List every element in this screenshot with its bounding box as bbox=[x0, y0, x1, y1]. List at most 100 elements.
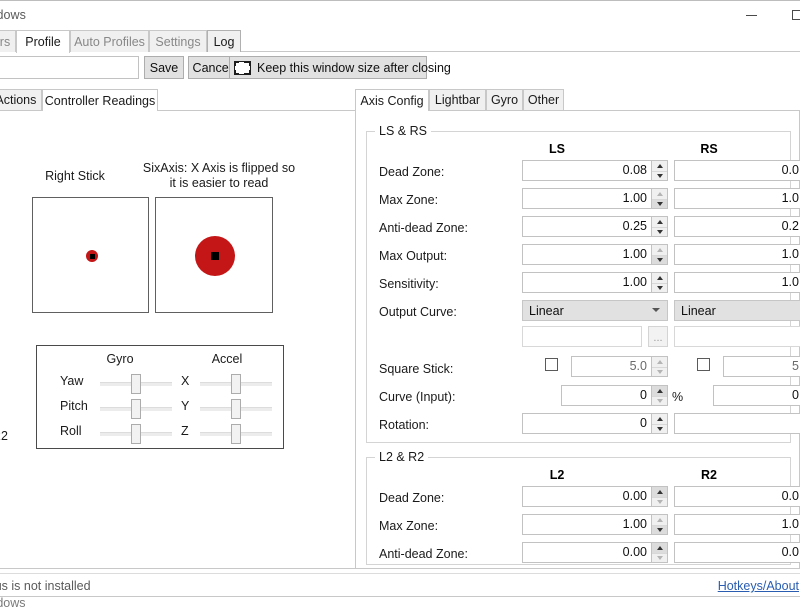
rs-max-output-input[interactable]: 1.0 bbox=[674, 244, 800, 265]
ls-square-stick-spin-up[interactable] bbox=[652, 357, 667, 367]
minimize-button[interactable] bbox=[728, 1, 774, 29]
accel-z-label: Z bbox=[181, 424, 189, 438]
chevron-up-icon bbox=[656, 191, 663, 196]
rs-anti-dead-zone-input[interactable]: 0.2 bbox=[674, 216, 800, 237]
l2-max-zone-spin-up[interactable] bbox=[652, 515, 667, 525]
maximize-button[interactable] bbox=[774, 1, 800, 29]
ls-square-stick-spinner[interactable] bbox=[652, 356, 668, 377]
ls-sensitivity-spin-up[interactable] bbox=[652, 273, 667, 283]
tab-profile[interactable]: Profile bbox=[16, 30, 70, 53]
l2-dead-zone-spin-up[interactable] bbox=[652, 487, 667, 497]
gyro-roll-thumb[interactable] bbox=[131, 424, 141, 444]
row-label-curve-input: Curve (Input): bbox=[379, 390, 456, 404]
l2-max-zone-input[interactable]: 1.00 bbox=[522, 514, 652, 535]
tab-axis-config[interactable]: Axis Config bbox=[355, 89, 429, 111]
ls-custom-curve-browse-button[interactable]: ... bbox=[648, 326, 668, 347]
ls-square-stick-input[interactable]: 5.0 bbox=[571, 356, 652, 377]
tab-gyro[interactable]: Gyro bbox=[486, 89, 523, 110]
accel-z-thumb[interactable] bbox=[231, 424, 241, 444]
ls-anti-dead-zone-spin-down[interactable] bbox=[652, 226, 667, 237]
rs-custom-curve-input[interactable] bbox=[674, 326, 800, 347]
right-stick-display[interactable] bbox=[32, 197, 149, 313]
row-label-output-curve: Output Curve: bbox=[379, 305, 457, 319]
rs-sensitivity-input[interactable]: 1.0 bbox=[674, 272, 800, 293]
keep-window-size-button[interactable]: Keep this window size after closing bbox=[229, 56, 451, 79]
ls-output-curve-value: Linear bbox=[529, 304, 564, 318]
chevron-down-icon bbox=[656, 426, 663, 431]
ls-anti-dead-zone-spin-up[interactable] bbox=[652, 217, 667, 227]
tab-lightbar[interactable]: Lightbar bbox=[429, 89, 486, 110]
gyro-yaw-thumb[interactable] bbox=[131, 374, 141, 394]
ls-anti-dead-zone-input[interactable]: 0.25 bbox=[522, 216, 652, 237]
tab-other[interactable]: Other bbox=[523, 89, 564, 110]
ls-output-curve-select[interactable]: Linear bbox=[522, 300, 668, 321]
ls-square-stick-checkbox[interactable] bbox=[545, 358, 558, 371]
tab-settings[interactable]: Settings bbox=[149, 30, 207, 52]
ls-sensitivity-spin-down[interactable] bbox=[652, 282, 667, 293]
ls-anti-dead-zone-spinner[interactable] bbox=[652, 216, 668, 237]
rs-max-zone-input[interactable]: 1.0 bbox=[674, 188, 800, 209]
l2-anti-dead-zone-input[interactable]: 0.00 bbox=[522, 542, 652, 563]
l2-anti-dead-zone-spin-up[interactable] bbox=[652, 543, 667, 553]
r2-dead-zone-input[interactable]: 0.0 bbox=[674, 486, 800, 507]
chevron-down-icon bbox=[656, 173, 663, 178]
chevron-up-icon bbox=[656, 416, 663, 421]
ls-curve-input-spin-up[interactable] bbox=[652, 386, 667, 396]
ls-max-output-input[interactable]: 1.00 bbox=[522, 244, 652, 265]
ls-sensitivity-input[interactable]: 1.00 bbox=[522, 272, 652, 293]
sixaxis-display[interactable] bbox=[155, 197, 273, 313]
keep-window-size-label: Keep this window size after closing bbox=[257, 60, 451, 75]
l2-dead-zone-spin-down[interactable] bbox=[652, 496, 667, 507]
hotkeys-about-link[interactable]: Hotkeys/About bbox=[718, 579, 799, 593]
l2-dead-zone-input[interactable]: 0.00 bbox=[522, 486, 652, 507]
ls-max-zone-spin-up[interactable] bbox=[652, 189, 667, 199]
ls-sensitivity-spinner[interactable] bbox=[652, 272, 668, 293]
rs-output-curve-value: Linear bbox=[681, 304, 716, 318]
ls-custom-curve-input[interactable] bbox=[522, 326, 642, 347]
tab-controllers[interactable]: Controllers bbox=[0, 30, 16, 52]
ls-curve-input-field[interactable]: 0 bbox=[561, 385, 652, 406]
l2-anti-dead-zone-spin-down[interactable] bbox=[652, 552, 667, 563]
tab-log[interactable]: Log bbox=[207, 30, 241, 52]
ls-max-output-spin-up[interactable] bbox=[652, 245, 667, 255]
r2-anti-dead-zone-input[interactable]: 0.0 bbox=[674, 542, 800, 563]
accel-y-thumb[interactable] bbox=[231, 399, 241, 419]
rs-rotation-input[interactable] bbox=[674, 413, 800, 434]
rs-curve-input-field[interactable]: 0 bbox=[713, 385, 800, 406]
chevron-up-icon bbox=[656, 275, 663, 280]
ls-max-zone-input[interactable]: 1.00 bbox=[522, 188, 652, 209]
ls-curve-input-spin-down[interactable] bbox=[652, 395, 667, 406]
ls-dead-zone-spinner[interactable] bbox=[652, 160, 668, 181]
ls-rotation-input[interactable]: 0 bbox=[522, 413, 652, 434]
rs-square-stick-checkbox[interactable] bbox=[697, 358, 710, 371]
ls-max-output-spinner[interactable] bbox=[652, 244, 668, 265]
l2-anti-dead-zone-spinner[interactable] bbox=[652, 542, 668, 563]
ls-dead-zone-input[interactable]: 0.08 bbox=[522, 160, 652, 181]
l2-max-zone-spinner[interactable] bbox=[652, 514, 668, 535]
l2-dead-zone-spinner[interactable] bbox=[652, 486, 668, 507]
accel-x-thumb[interactable] bbox=[231, 374, 241, 394]
tab-auto-profiles[interactable]: Auto Profiles bbox=[70, 30, 149, 52]
save-button[interactable]: Save bbox=[144, 56, 184, 79]
ls-dead-zone-spin-up[interactable] bbox=[652, 161, 667, 171]
r2-max-zone-input[interactable]: 1.0 bbox=[674, 514, 800, 535]
ls-max-zone-spin-down[interactable] bbox=[652, 198, 667, 208]
rs-output-curve-select[interactable]: Linear bbox=[674, 300, 800, 321]
ls-rotation-spin-down[interactable] bbox=[652, 423, 667, 434]
ls-square-stick-spin-down[interactable] bbox=[652, 366, 667, 377]
ls-max-zone-spinner[interactable] bbox=[652, 188, 668, 209]
ls-curve-input-spinner[interactable] bbox=[652, 385, 668, 406]
profile-name-input[interactable] bbox=[0, 56, 139, 79]
tab-controller-readings[interactable]: Controller Readings bbox=[42, 89, 158, 111]
ls-rotation-spinner[interactable] bbox=[652, 413, 668, 434]
l2-max-zone-spin-down[interactable] bbox=[652, 524, 667, 534]
tab-special-actions[interactable]: Special Actions bbox=[0, 89, 42, 110]
ls-dead-zone-spin-down[interactable] bbox=[652, 170, 667, 181]
rs-square-stick-input[interactable]: 5 bbox=[723, 356, 800, 377]
right-stick-dot bbox=[86, 250, 98, 262]
ls-rotation-spin-up[interactable] bbox=[652, 414, 667, 424]
gyro-pitch-thumb[interactable] bbox=[131, 399, 141, 419]
rs-dead-zone-input[interactable]: 0.0 bbox=[674, 160, 800, 181]
accel-y-label: Y bbox=[181, 399, 190, 413]
ls-max-output-spin-down[interactable] bbox=[652, 254, 667, 264]
